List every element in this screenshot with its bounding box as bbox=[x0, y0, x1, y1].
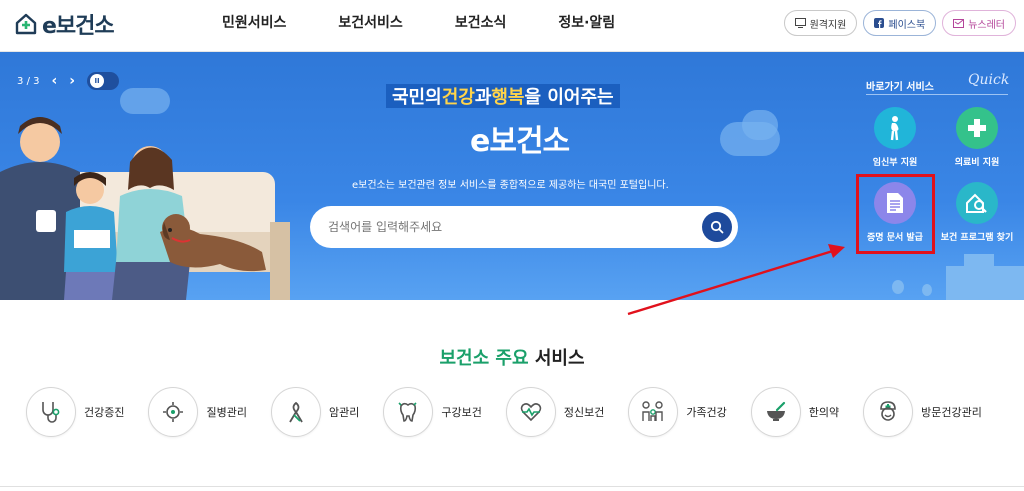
service-korean-medicine[interactable]: 한의약 bbox=[750, 387, 840, 437]
nav-health-news[interactable]: 보건소식 bbox=[455, 12, 507, 32]
section-divider bbox=[0, 486, 1024, 487]
service-family-health[interactable]: 가족건강 bbox=[628, 387, 727, 437]
service-label: 방문건강관리 bbox=[921, 406, 982, 419]
pregnant-icon bbox=[874, 107, 916, 149]
nav-info-notice[interactable]: 정보·알림 bbox=[558, 12, 615, 32]
heart-pulse-icon bbox=[505, 387, 556, 437]
hero-subtitle: e보건소는 보건관련 정보 서비스를 종합적으로 제공하는 대국민 포털입니다. bbox=[352, 180, 669, 191]
quick-pregnancy-support[interactable]: 임신부 지원 bbox=[857, 107, 933, 168]
pause-icon: II bbox=[90, 74, 105, 88]
site-header: e보건소 민원서비스 보건서비스 보건소식 정보·알림 원격지원 페이스북 뉴스… bbox=[0, 0, 1024, 52]
quick-menu-script: Quick bbox=[968, 72, 1010, 88]
tree-decoration bbox=[892, 280, 904, 294]
nurse-icon bbox=[863, 387, 914, 437]
building-decoration bbox=[964, 254, 994, 268]
newsletter-button[interactable]: 뉴스레터 bbox=[942, 10, 1016, 36]
ribbon-icon bbox=[270, 387, 321, 437]
logo-text: e보건소 bbox=[42, 14, 115, 39]
quick-label: 보건 프로그램 찾기 bbox=[940, 233, 1014, 243]
search-icon bbox=[710, 220, 724, 234]
main-services-title: 보건소 주요 서비스 bbox=[439, 348, 585, 369]
service-cancer-management[interactable]: 암관리 bbox=[270, 387, 360, 437]
hero-tagline: 국민의 건강 과 행복 을 이어주는 bbox=[386, 84, 620, 108]
service-label: 질병관리 bbox=[206, 406, 247, 419]
building-decoration bbox=[946, 266, 1024, 300]
monitor-icon bbox=[794, 18, 806, 28]
logo-house-icon bbox=[15, 13, 37, 35]
facebook-icon bbox=[874, 18, 885, 28]
nav-civil-service[interactable]: 민원서비스 bbox=[222, 12, 286, 32]
search-bar bbox=[310, 206, 738, 248]
newsletter-label: 뉴스레터 bbox=[968, 19, 1005, 31]
main-services-list: 건강증진 질병관리 암관리 구강보건 정신보건 가족건강 한의약 방문건강관리 bbox=[26, 387, 982, 437]
service-oral-health[interactable]: 구강보건 bbox=[383, 387, 482, 437]
site-logo[interactable]: e보건소 bbox=[14, 8, 115, 40]
tagline-highlight-happiness: 행복 bbox=[491, 87, 525, 108]
remote-support-label: 원격지원 bbox=[809, 19, 847, 31]
family-icon bbox=[628, 387, 679, 437]
service-disease-management[interactable]: 질병관리 bbox=[148, 387, 247, 437]
newsletter-icon bbox=[953, 19, 965, 28]
cloud-decoration bbox=[120, 88, 170, 114]
tree-decoration bbox=[922, 284, 932, 296]
remote-support-button[interactable]: 원격지원 bbox=[783, 10, 858, 36]
medical-cross-icon bbox=[956, 107, 998, 149]
quick-label: 임신부 지원 bbox=[872, 158, 918, 168]
slide-pager: 3 / 3 ‹ › II bbox=[17, 72, 120, 90]
search-input[interactable] bbox=[328, 220, 688, 234]
quick-medical-cost-support[interactable]: 의료비 지원 bbox=[939, 107, 1015, 168]
service-label: 정신보건 bbox=[563, 406, 605, 419]
hero-title: e보건소 bbox=[470, 124, 570, 159]
quick-health-program-search[interactable]: 보건 프로그램 찾기 bbox=[939, 182, 1015, 243]
service-label: 암관리 bbox=[328, 406, 360, 419]
quick-menu-heading: 바로가기 서비스 bbox=[866, 82, 934, 93]
tagline-highlight-health: 건강 bbox=[441, 87, 475, 108]
service-label: 가족건강 bbox=[686, 406, 727, 419]
program-search-icon bbox=[956, 182, 998, 224]
main-nav: 민원서비스 보건서비스 보건소식 정보·알림 bbox=[222, 12, 615, 32]
quick-menu-divider bbox=[866, 94, 1008, 95]
utility-links: 원격지원 페이스북 뉴스레터 bbox=[783, 10, 1016, 36]
next-slide-button[interactable]: › bbox=[69, 73, 75, 89]
slide-counter: 3 / 3 bbox=[17, 75, 40, 87]
facebook-label: 페이스북 bbox=[888, 19, 926, 31]
search-button[interactable] bbox=[702, 212, 732, 242]
service-label: 한의약 bbox=[808, 406, 840, 419]
service-visiting-health-care[interactable]: 방문건강관리 bbox=[863, 387, 982, 437]
mortar-icon bbox=[750, 387, 801, 437]
quick-label: 의료비 지원 bbox=[954, 158, 1000, 168]
pause-toggle[interactable]: II bbox=[87, 72, 120, 90]
tooth-icon bbox=[383, 387, 434, 437]
service-label: 건강증진 bbox=[84, 406, 125, 419]
virus-icon bbox=[148, 387, 199, 437]
service-health-promotion[interactable]: 건강증진 bbox=[26, 387, 124, 437]
facebook-button[interactable]: 페이스북 bbox=[863, 10, 937, 36]
prev-slide-button[interactable]: ‹ bbox=[52, 73, 58, 89]
service-mental-health[interactable]: 정신보건 bbox=[505, 387, 605, 437]
family-illustration bbox=[0, 117, 290, 300]
annotation-highlight-box bbox=[856, 174, 935, 254]
cloud-decoration bbox=[742, 110, 778, 140]
nav-health-service[interactable]: 보건서비스 bbox=[338, 12, 402, 32]
service-label: 구강보건 bbox=[441, 406, 482, 419]
hero-banner: 3 / 3 ‹ › II 국민의 건강 과 행복 을 이어주는 e보건소 e보건… bbox=[0, 52, 1024, 300]
stethoscope-icon bbox=[26, 387, 76, 437]
